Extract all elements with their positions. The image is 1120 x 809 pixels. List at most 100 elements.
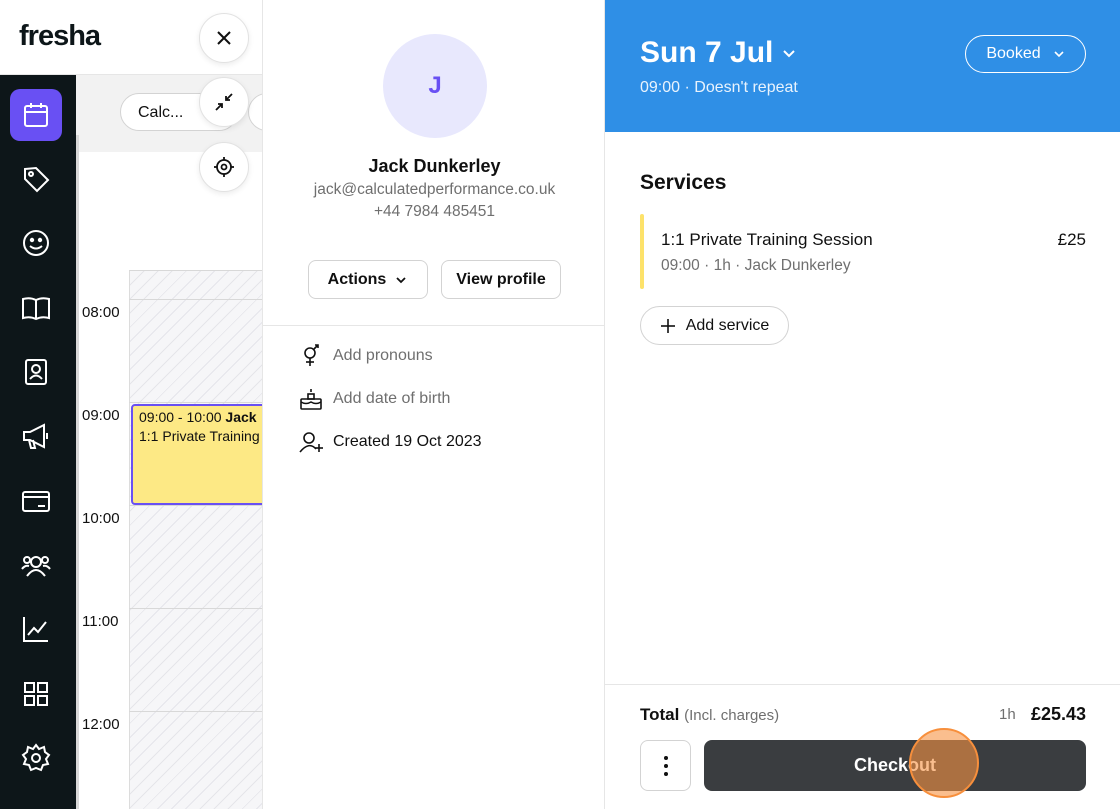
sidebar-item-staff[interactable] [10,539,62,591]
book-icon [22,297,50,321]
checkout-button[interactable]: Checkout [704,740,1086,791]
dob-label: Add date of birth [333,390,451,407]
time-label: 08:00 [82,304,120,321]
card-icon [22,491,50,512]
pronouns-row[interactable]: Add pronouns [299,344,433,368]
crosshair-icon [214,157,234,177]
view-profile-button[interactable]: View profile [441,260,561,299]
sidebar-item-calendar[interactable] [10,89,62,141]
chart-icon [23,617,48,642]
hour-line [129,299,262,300]
status-label: Booked [986,45,1041,62]
time-label: 10:00 [82,510,120,527]
app-root: fresha Calc... 08:00 09:00 10:00 11:00 1… [0,0,1120,809]
total-duration: 1h [999,706,1016,723]
client-phone: +44 7984 485451 [373,203,496,220]
gear-icon [21,743,51,772]
collapse-button[interactable] [199,77,249,127]
service-price: £25 [1057,230,1086,249]
appointment-subtitle[interactable]: 09:00 · Doesn't repeat [640,79,798,97]
sidebar-item-settings[interactable] [10,732,62,784]
service-color-bar [640,214,644,289]
appointment-client: Jack [225,409,257,425]
tag-icon [24,166,50,193]
sidebar-item-clients[interactable] [10,217,62,269]
sidebar-item-reports[interactable] [10,603,62,655]
footer-divider [605,684,1120,685]
smiley-icon [23,230,49,256]
service-staff: Jack Dunkerley [744,257,851,274]
sidebar-item-apps[interactable] [10,668,62,720]
client-email: jack@calculatedperformance.co.uk [313,181,556,198]
appointment-service: 1:1 Private Training S [139,428,262,444]
close-button[interactable] [199,13,249,63]
more-options-button[interactable] [640,740,691,791]
add-service-button[interactable]: Add service [640,306,789,345]
date-selector[interactable]: Sun 7 Jul [640,36,797,70]
service-meta: 09:00 · 1h · Jack Dunkerley [661,257,851,274]
time-label: 11:00 [82,613,119,630]
service-name[interactable]: 1:1 Private Training Session [661,230,873,250]
hour-line [129,505,262,506]
close-icon [217,31,231,45]
sidebar [0,75,76,809]
pronouns-label: Add pronouns [333,347,433,364]
appointment-time: 09:00 - 10:00 [139,409,222,425]
appointment-header: Sun 7 Jul 09:00 · Doesn't repeat Booked [605,0,1120,132]
sidebar-item-marketing[interactable] [10,410,62,462]
service-time: 09:00 [661,257,700,274]
megaphone-icon [23,423,48,449]
hour-line [129,402,262,403]
calendar-column[interactable] [129,270,262,809]
plus-icon [660,318,675,333]
total-title: Total [640,705,680,724]
fresha-logo[interactable]: fresha [19,20,101,53]
hour-line [129,711,262,712]
dob-row[interactable]: Add date of birth [299,387,450,411]
contact-card-icon [25,359,47,385]
repeat-label: Doesn't repeat [694,79,798,96]
created-label: Created 19 Oct 2023 [333,433,482,450]
grid-icon [24,682,48,706]
more-vertical-icon [663,755,668,776]
hour-line [129,270,262,271]
hour-line [129,608,262,609]
calendar-icon [24,103,48,127]
collapse-icon [215,93,233,111]
created-row: Created 19 Oct 2023 [299,430,482,454]
chevron-down-icon [783,50,796,58]
appointment-panel: Sun 7 Jul 09:00 · Doesn't repeat Booked … [605,0,1120,809]
status-dropdown[interactable]: Booked [965,35,1086,73]
calendar-scrollbar[interactable] [76,135,79,809]
add-service-label: Add service [685,316,770,334]
sidebar-item-team[interactable] [10,346,62,398]
people-icon [21,556,51,577]
total-note: (Incl. charges) [684,707,780,724]
avatar: J [383,34,487,138]
actions-button[interactable]: Actions [308,260,428,299]
click-indicator [909,728,979,798]
time-label: 12:00 [82,716,120,733]
sidebar-item-catalog[interactable] [10,282,62,334]
appointment-start-time: 09:00 [640,79,681,96]
add-user-icon [299,432,323,453]
sidebar-item-sales[interactable] [10,153,62,205]
total-label: Total (Incl. charges) [640,705,779,725]
sidebar-item-payments[interactable] [10,475,62,527]
appointment-block-header: 09:00 - 10:00 Jack [139,408,262,427]
gender-icon [304,344,319,366]
client-name: Jack Dunkerley [368,156,501,176]
calendar-filter-button[interactable] [248,93,262,131]
total-amount: £25.43 [1030,704,1086,724]
appointment-block[interactable]: 09:00 - 10:00 Jack 1:1 Private Training … [131,404,262,505]
client-panel: J Jack Dunkerley jack@calculatedperforma… [262,0,606,809]
cake-icon [300,389,322,410]
divider [263,325,606,326]
services-title: Services [640,171,727,194]
actions-label: Actions [327,270,387,288]
service-duration: 1h [713,257,731,274]
time-label: 09:00 [82,407,120,424]
locate-button[interactable] [199,142,249,192]
chevron-down-icon [396,276,406,283]
chevron-down-icon [1054,51,1064,58]
